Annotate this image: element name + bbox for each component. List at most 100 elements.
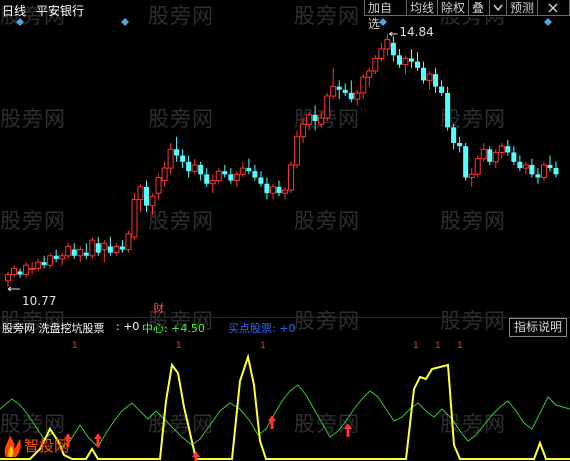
candlestick[interactable] <box>372 55 379 75</box>
candlestick[interactable] <box>451 124 457 150</box>
candlestick[interactable] <box>487 146 493 165</box>
candlestick[interactable] <box>396 49 402 68</box>
candlestick[interactable] <box>445 86 451 131</box>
candlestick[interactable] <box>522 161 529 175</box>
candlestick[interactable] <box>294 130 301 169</box>
candlestick[interactable] <box>421 61 427 84</box>
candlestick[interactable] <box>180 149 186 169</box>
candlestick[interactable] <box>529 158 535 178</box>
candlestick[interactable] <box>492 149 499 169</box>
overlay-dropdown-button[interactable] <box>489 0 507 16</box>
candlestick[interactable] <box>517 155 523 172</box>
candlestick[interactable] <box>474 155 481 178</box>
indicator-help-button[interactable]: 指标说明 <box>508 318 567 337</box>
candlestick[interactable] <box>269 183 276 200</box>
candlestick[interactable] <box>276 180 282 197</box>
candlestick[interactable] <box>41 255 47 269</box>
candlestick[interactable] <box>222 164 228 178</box>
forecast-button[interactable]: 预测 <box>506 0 538 16</box>
candlestick[interactable] <box>89 236 96 259</box>
candlestick[interactable] <box>204 168 210 187</box>
candlestick[interactable] <box>468 168 475 187</box>
candlestick[interactable] <box>306 111 313 131</box>
ex-rights-button[interactable]: 除权 <box>437 0 469 16</box>
candlestick[interactable] <box>59 252 66 266</box>
candlestick[interactable] <box>252 164 258 181</box>
candlestick[interactable] <box>47 252 54 269</box>
candlestick[interactable] <box>336 80 342 100</box>
candlestick[interactable] <box>107 236 113 256</box>
candlestick[interactable] <box>113 243 120 256</box>
candlestick[interactable] <box>198 161 204 181</box>
candlestick[interactable] <box>258 171 264 187</box>
candlestick[interactable] <box>53 249 59 263</box>
candlestick[interactable] <box>408 49 414 68</box>
candlestick[interactable] <box>161 161 168 187</box>
candlestick[interactable] <box>246 158 252 175</box>
candlestick[interactable] <box>540 161 547 181</box>
candlestick[interactable] <box>11 265 18 278</box>
candlestick[interactable] <box>282 186 289 200</box>
candlestick[interactable] <box>547 155 553 172</box>
candlestick[interactable] <box>149 193 156 216</box>
candlestick[interactable] <box>239 161 246 178</box>
candlestick[interactable] <box>65 243 72 259</box>
candlestick[interactable] <box>366 67 373 87</box>
candlestick[interactable] <box>360 74 367 100</box>
candlestick[interactable] <box>312 105 318 131</box>
candlestick[interactable] <box>324 92 331 122</box>
candlestick[interactable] <box>414 52 420 71</box>
candlestick[interactable] <box>505 139 511 156</box>
candlestick[interactable] <box>426 70 433 90</box>
candlestick[interactable] <box>167 143 174 175</box>
candlestick[interactable] <box>402 55 409 75</box>
candlestick[interactable] <box>433 67 439 93</box>
candlestick[interactable] <box>463 143 469 181</box>
candlestick[interactable] <box>318 111 325 128</box>
price-chart[interactable] <box>0 17 570 317</box>
candlestick[interactable] <box>131 193 138 241</box>
moving-average-button[interactable]: 均线 <box>406 0 438 16</box>
candlestick[interactable] <box>101 240 108 263</box>
candlestick[interactable] <box>209 174 216 194</box>
candlestick[interactable] <box>119 240 125 253</box>
candlestick[interactable] <box>553 161 559 178</box>
candlestick[interactable] <box>384 34 391 56</box>
candlestick[interactable] <box>23 262 30 278</box>
candlestick[interactable] <box>348 80 354 103</box>
add-watchlist-button[interactable]: 加自选 <box>364 0 407 31</box>
candlestick[interactable] <box>186 155 192 178</box>
event-marker[interactable]: 财 <box>153 300 164 316</box>
candlestick[interactable] <box>378 42 385 62</box>
overlay-button[interactable]: 叠 <box>468 0 490 16</box>
candlestick[interactable] <box>233 171 240 187</box>
candlestick[interactable] <box>191 158 198 175</box>
candlestick[interactable] <box>77 246 84 263</box>
candlestick[interactable] <box>35 258 42 272</box>
candlestick[interactable] <box>155 174 162 200</box>
candlestick[interactable] <box>17 268 23 278</box>
candlestick[interactable] <box>71 243 77 259</box>
candlestick[interactable] <box>125 230 132 253</box>
candlestick[interactable] <box>390 36 396 62</box>
candlestick[interactable] <box>457 136 463 153</box>
candlestick[interactable] <box>83 243 89 259</box>
candlestick[interactable] <box>137 183 144 212</box>
candlestick[interactable] <box>144 180 150 212</box>
candlestick[interactable] <box>535 168 541 184</box>
candlestick[interactable] <box>498 143 505 159</box>
candlestick[interactable] <box>330 67 337 100</box>
candlestick[interactable] <box>95 236 101 256</box>
candlestick[interactable] <box>5 271 11 288</box>
candlestick[interactable] <box>354 89 361 106</box>
candlestick[interactable] <box>342 83 348 97</box>
candlestick[interactable] <box>174 136 180 162</box>
candlestick[interactable] <box>215 168 222 184</box>
candlestick[interactable] <box>228 168 234 184</box>
candlestick[interactable] <box>288 161 295 194</box>
candlestick[interactable] <box>439 80 445 97</box>
candlestick[interactable] <box>29 262 36 275</box>
candlestick[interactable] <box>511 146 517 165</box>
candlestick[interactable] <box>300 117 307 144</box>
close-button[interactable] <box>537 0 570 16</box>
